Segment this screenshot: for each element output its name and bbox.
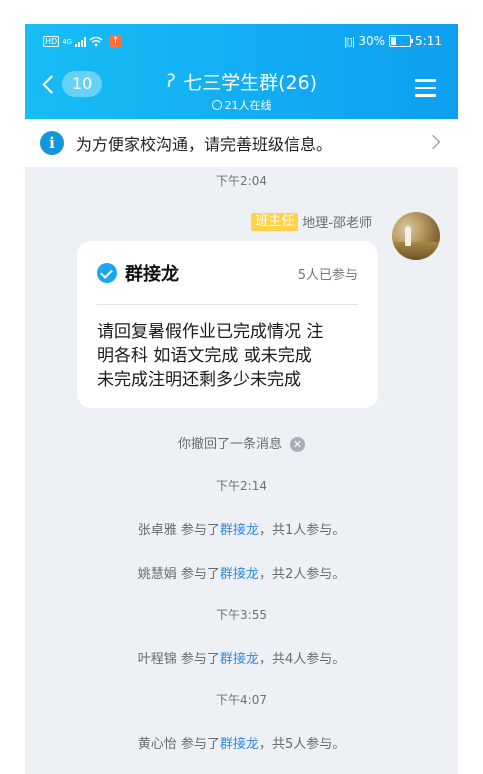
participant-name: 黄心怡	[137, 737, 177, 752]
system-message: 姚慧娟 参与了群接龙，共2人参与。	[25, 563, 458, 582]
status-left: HD 4G ↑	[43, 35, 123, 48]
phone-screen: HD 4G ↑ |▯| 30% 5:11 10 ʔ 七三学生群(26) 21人在…	[25, 24, 458, 774]
vibrate-icon: |▯|	[343, 34, 356, 48]
class-info-notice[interactable]: i 为方便家校沟通，请完善班级信息。	[25, 119, 458, 167]
notice-text: 为方便家校沟通，请完善班级信息。	[76, 135, 333, 154]
message-text: ，共5人参与。	[258, 737, 346, 752]
participant-name: 张卓雅	[137, 523, 177, 538]
message-text: ，共2人参与。	[258, 567, 346, 582]
online-icon	[211, 100, 222, 110]
card-body-line: 请回复暑假作业已完成情况 注	[97, 322, 324, 342]
signal-icon	[75, 36, 87, 47]
solitaire-card[interactable]: 群接龙 5人已参与 请回复暑假作业已完成情况 注 明各科 如语文完成 或未完成 …	[77, 241, 378, 408]
participant-name: 叶程锦	[137, 652, 177, 667]
chevron-right-icon	[425, 134, 441, 150]
card-body: 请回复暑假作业已完成情况 注 明各科 如语文完成 或未完成 未完成注明还剩多少未…	[97, 320, 360, 392]
earpiece-mode-icon: ʔ	[165, 71, 176, 92]
solitaire-link[interactable]: 群接龙	[220, 523, 259, 538]
timestamp: 下午2:04	[216, 174, 267, 188]
sender-label: 班主任 地理-邵老师	[251, 212, 372, 231]
nav-bar: 10 ʔ 七三学生群(26) 21人在线	[25, 64, 458, 114]
message-text: ，共4人参与。	[258, 652, 346, 667]
close-circle-icon[interactable]: ✕	[290, 437, 305, 452]
message-text: 参与了	[176, 523, 220, 538]
card-divider	[97, 304, 358, 305]
info-icon: i	[40, 131, 64, 155]
participant-name: 姚慧娟	[137, 567, 177, 582]
message-text: ，共1人参与。	[258, 523, 346, 538]
card-body-line: 明各科 如语文完成 或未完成	[97, 346, 312, 366]
role-badge: 班主任	[251, 212, 299, 231]
wifi-icon	[89, 36, 103, 47]
hd-icon: HD	[43, 36, 60, 47]
menu-icon[interactable]	[415, 79, 436, 102]
card-title: 群接龙	[125, 264, 179, 285]
participant-count: 5人已参与	[297, 267, 358, 283]
app-notification-icon: ↑	[109, 35, 123, 48]
timestamp: 下午2:14	[216, 479, 267, 493]
timestamp: 下午4:07	[216, 693, 267, 707]
title-area[interactable]: ʔ 七三学生群(26) 21人在线	[25, 68, 458, 113]
solitaire-link[interactable]: 群接龙	[220, 567, 259, 582]
message-text: 参与了	[176, 737, 220, 752]
solitaire-link[interactable]: 群接龙	[220, 737, 259, 752]
sender-name: 地理-邵老师	[302, 216, 372, 231]
online-count: 21人在线	[224, 99, 272, 112]
status-bar: HD 4G ↑ |▯| 30% 5:11	[25, 24, 458, 60]
online-status: 21人在线	[25, 97, 458, 113]
card-body-line: 未完成注明还剩多少未完成	[97, 370, 301, 390]
battery-icon	[389, 35, 414, 47]
message-text: 参与了	[176, 567, 220, 582]
battery-percent: 30%	[358, 34, 386, 48]
system-message: 叶程锦 参与了群接龙，共4人参与。	[25, 648, 458, 667]
check-circle-icon	[97, 263, 117, 283]
system-message: 黄心怡 参与了群接龙，共5人参与。	[25, 733, 458, 752]
network-type: 4G	[62, 37, 73, 46]
chat-header: HD 4G ↑ |▯| 30% 5:11 10 ʔ 七三学生群(26) 21人在…	[25, 24, 458, 119]
group-title: 七三学生群(26)	[183, 72, 318, 94]
timestamp: 下午3:55	[216, 608, 267, 622]
status-right: |▯| 30% 5:11	[344, 34, 442, 48]
system-message: 张卓雅 参与了群接龙，共1人参与。	[25, 519, 458, 538]
message-text: 参与了	[176, 652, 220, 667]
recall-notice: 你撤回了一条消息 ✕	[25, 433, 458, 452]
clock: 5:11	[415, 34, 442, 48]
avatar[interactable]	[392, 212, 440, 260]
recall-text: 你撤回了一条消息	[177, 437, 282, 452]
solitaire-link[interactable]: 群接龙	[220, 652, 259, 667]
